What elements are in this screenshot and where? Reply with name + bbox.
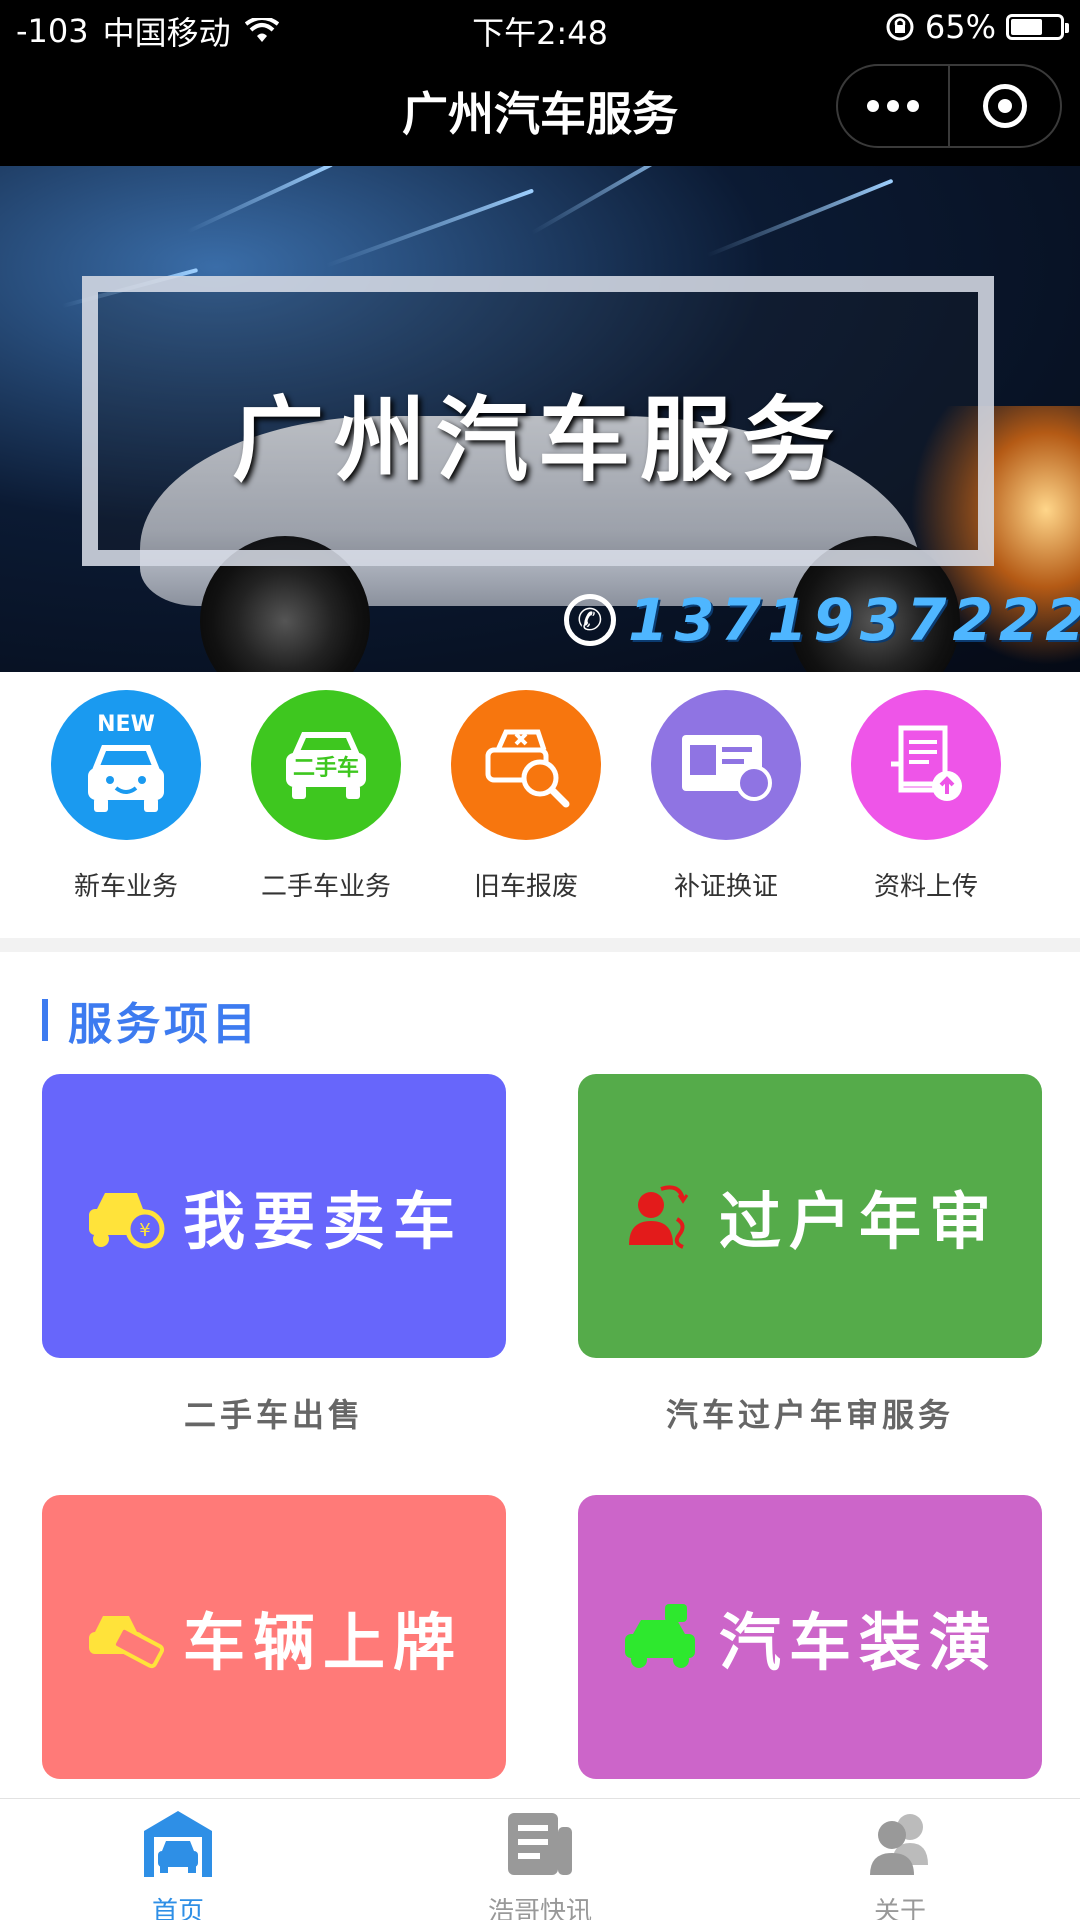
category-license[interactable]: 补证换证 <box>626 690 826 903</box>
garage-car-icon <box>144 1811 212 1877</box>
status-bar: -103 中国移动 下午2:48 65% <box>0 0 1080 54</box>
used-car-icon: 二手车 <box>251 690 401 840</box>
car-decoration-icon <box>624 1604 695 1668</box>
category-grid: NEW 新车业务 二手车 二手车业务 旧车报废 补证换证 资料上传 <box>0 672 1080 938</box>
service-card-license-plate[interactable]: 车辆上牌 <box>42 1495 506 1779</box>
more-dots-icon[interactable] <box>838 66 950 146</box>
service-card-title: 我要卖车 <box>182 1185 463 1258</box>
rotation-lock-icon <box>886 13 914 41</box>
tab-label: 关于 <box>873 1897 926 1920</box>
sell-car-icon: ¥ <box>88 1193 165 1249</box>
category-label: 新车业务 <box>73 872 178 902</box>
section-title: 服务项目 <box>42 988 260 1052</box>
tab-home[interactable]: 首页 <box>48 1807 308 1920</box>
phone-icon: ✆ <box>564 594 616 646</box>
category-new-car[interactable]: NEW 新车业务 <box>26 690 226 903</box>
status-right: 65% <box>885 8 1069 46</box>
category-used-car[interactable]: 二手车 二手车业务 <box>226 690 426 903</box>
banner-title: 广州汽车服务 <box>231 387 844 494</box>
category-label: 资料上传 <box>873 872 978 902</box>
battery-level <box>1011 19 1043 35</box>
license-card-icon <box>651 690 801 840</box>
new-car-icon: NEW <box>51 690 201 840</box>
banner-phone-number: 13719372228 <box>628 586 1080 654</box>
new-badge: NEW <box>97 712 155 737</box>
category-label: 旧车报废 <box>473 872 578 902</box>
banner[interactable]: 广州汽车服务 ✆ 13719372228 <box>0 166 1080 672</box>
nav-bar: 广州汽车服务 <box>0 54 1080 166</box>
tab-label: 浩哥快讯 <box>487 1897 592 1920</box>
section-title-text: 服务项目 <box>68 999 260 1050</box>
section-divider <box>0 938 1080 952</box>
service-card-transfer[interactable]: 过户年审 <box>578 1074 1042 1358</box>
category-label: 补证换证 <box>673 872 778 902</box>
transfer-person-icon <box>628 1185 689 1249</box>
tab-bar: 首页 浩哥快讯 关于 <box>0 1798 1080 1920</box>
svg-text:¥: ¥ <box>139 1220 150 1241</box>
service-card-title: 车辆上牌 <box>182 1606 463 1679</box>
banner-phone: ✆ 13719372228 <box>564 586 1080 654</box>
tab-news[interactable]: 浩哥快讯 <box>410 1807 670 1920</box>
service-card-title: 汽车装潢 <box>718 1606 999 1679</box>
miniprogram-capsule <box>836 64 1062 148</box>
scrap-car-icon <box>451 690 601 840</box>
news-icon <box>508 1813 572 1875</box>
battery-percent: 65% <box>924 8 996 46</box>
service-card-decoration[interactable]: 汽车装潢 <box>578 1495 1042 1779</box>
section-title-bar <box>42 999 48 1041</box>
service-card-caption: 二手车出售 <box>183 1396 364 1434</box>
license-plate-icon <box>88 1616 165 1669</box>
target-close-icon[interactable] <box>950 84 1060 128</box>
service-card-title: 过户年审 <box>718 1185 999 1258</box>
upload-document-icon <box>851 690 1001 840</box>
service-card-caption: 汽车过户年审服务 <box>665 1396 954 1434</box>
used-car-badge: 二手车 <box>292 756 359 781</box>
tab-about[interactable]: 关于 <box>770 1807 1030 1920</box>
battery-icon <box>1006 14 1069 40</box>
people-icon <box>870 1814 928 1875</box>
category-scrap-car[interactable]: 旧车报废 <box>426 690 626 903</box>
tab-label: 首页 <box>151 1897 204 1920</box>
service-card-sell-car[interactable]: ¥ 我要卖车 <box>42 1074 506 1358</box>
category-label: 二手车业务 <box>260 872 391 902</box>
category-upload[interactable]: 资料上传 <box>826 690 1026 903</box>
